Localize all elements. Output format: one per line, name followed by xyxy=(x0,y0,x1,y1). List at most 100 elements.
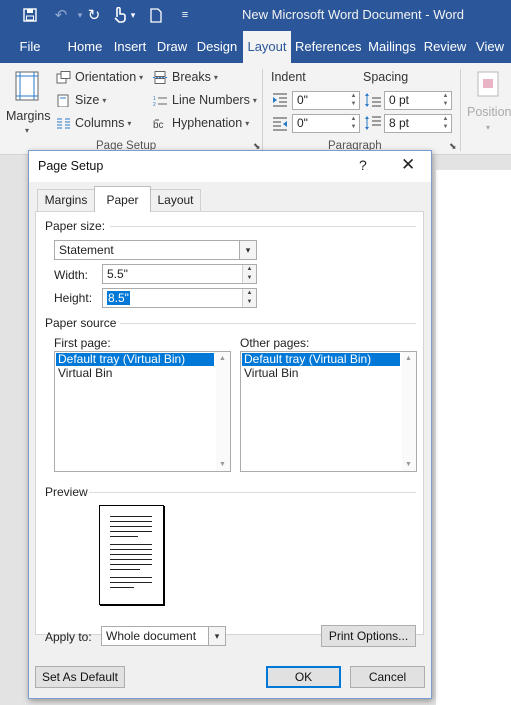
hyphenation-button[interactable]: bc Hyphenation ▾ xyxy=(153,116,249,130)
tab-view[interactable]: View xyxy=(472,31,508,63)
list-item[interactable]: Virtual Bin xyxy=(56,367,214,380)
size-button[interactable]: Size ▾ xyxy=(56,93,106,107)
indent-left-spinner[interactable]: ▲ ▼ xyxy=(348,92,359,109)
line-numbers-caret-icon: ▾ xyxy=(252,95,257,105)
undo-icon[interactable]: ↶ xyxy=(51,5,71,25)
apply-to-value: Whole document xyxy=(106,629,197,643)
dialog-title-bar[interactable]: Page Setup ? ✕ xyxy=(29,151,431,182)
close-icon[interactable]: ✕ xyxy=(401,155,415,175)
width-label: Width: xyxy=(54,268,89,282)
first-page-listbox[interactable]: Default tray (Virtual Bin) Virtual Bin ▲… xyxy=(54,351,231,472)
spacing-after-spinner[interactable]: ▲ ▼ xyxy=(440,115,451,132)
breaks-icon xyxy=(153,70,168,84)
paper-size-label: Paper size: xyxy=(45,219,106,233)
indent-left-icon xyxy=(273,93,287,107)
tab-layout-dialog[interactable]: Layout xyxy=(150,189,201,211)
preview-line xyxy=(110,564,152,565)
divider xyxy=(89,492,416,493)
ribbon-separator xyxy=(262,69,263,151)
preview-line xyxy=(110,569,140,570)
print-options-button[interactable]: Print Options... xyxy=(321,625,416,647)
ribbon: Margins ▾ Orientation ▾ Size ▾ Columns ▾ Br… xyxy=(0,63,511,155)
other-pages-label: Other pages: xyxy=(240,336,310,350)
apply-to-dropdown[interactable]: Whole document ▾ xyxy=(101,626,226,646)
list-item[interactable]: Virtual Bin xyxy=(242,367,400,380)
width-field[interactable]: 5.5" ▲ ▼ xyxy=(102,264,257,284)
spacing-label: Spacing xyxy=(363,70,409,84)
tab-insert[interactable]: Insert xyxy=(111,31,149,63)
preview-line xyxy=(110,544,152,545)
indent-right-icon xyxy=(273,117,287,131)
page-setup-dialog: Page Setup ? ✕ Margins Paper Layout Pape… xyxy=(28,150,432,699)
breaks-button[interactable]: Breaks ▾ xyxy=(153,70,218,84)
preview-line xyxy=(110,554,152,555)
help-icon[interactable]: ? xyxy=(359,157,367,173)
indent-left-field[interactable]: 0" ▲ ▼ xyxy=(292,91,360,110)
other-pages-listbox[interactable]: Default tray (Virtual Bin) Virtual Bin ▲… xyxy=(240,351,417,472)
spacing-before-value: 0 pt xyxy=(389,93,410,107)
scrollbar[interactable]: ▲ ▼ xyxy=(402,352,416,471)
width-spinner[interactable]: ▲ ▼ xyxy=(242,265,256,283)
document-page[interactable] xyxy=(436,170,511,705)
new-document-icon[interactable] xyxy=(146,5,166,25)
scrollbar[interactable]: ▲ ▼ xyxy=(216,352,230,471)
preview-line xyxy=(110,516,152,517)
chevron-down-icon[interactable]: ▾ xyxy=(239,240,257,260)
tab-mailings[interactable]: Mailings xyxy=(365,31,419,63)
indent-right-field[interactable]: 0" ▲ ▼ xyxy=(292,114,360,133)
cancel-button[interactable]: Cancel xyxy=(350,666,425,688)
preview-line xyxy=(110,531,152,532)
height-field[interactable]: 8.5" ▲ ▼ xyxy=(102,288,257,308)
indent-left-value: 0" xyxy=(297,93,308,107)
spacing-before-field[interactable]: 0 pt ▲ ▼ xyxy=(384,91,452,110)
position-button[interactable]: Position ▾ xyxy=(466,69,511,139)
redo-icon[interactable]: ↻ xyxy=(84,5,104,25)
margins-icon xyxy=(15,71,39,101)
spacing-before-spinner[interactable]: ▲ ▼ xyxy=(440,92,451,109)
tab-review[interactable]: Review xyxy=(422,31,468,63)
touch-dropdown-icon[interactable]: ▾ xyxy=(123,5,143,25)
list-item[interactable]: Default tray (Virtual Bin) xyxy=(56,353,214,366)
height-label: Height: xyxy=(54,291,93,305)
indent-right-spinner[interactable]: ▲ ▼ xyxy=(348,115,359,132)
paper-tab-panel: Paper size: Statement ▾ Width: 5.5" ▲ ▼ H… xyxy=(35,211,424,647)
line-numbers-button[interactable]: 12 Line Numbers ▾ xyxy=(153,93,257,107)
page-preview xyxy=(99,505,164,605)
tab-margins[interactable]: Margins xyxy=(37,189,95,211)
line-numbers-icon: 12 xyxy=(153,96,167,107)
spacing-after-value: 8 pt xyxy=(389,116,410,130)
set-as-default-button[interactable]: Set As Default xyxy=(35,666,125,688)
list-item[interactable]: Default tray (Virtual Bin) xyxy=(242,353,400,366)
ok-button[interactable]: OK xyxy=(266,666,341,688)
tab-design[interactable]: Design xyxy=(195,31,239,63)
paragraph-launcher-icon[interactable]: ⬊ xyxy=(449,141,457,152)
line-numbers-label: Line Numbers xyxy=(172,93,250,107)
chevron-down-icon[interactable]: ▾ xyxy=(208,626,226,646)
height-spinner[interactable]: ▲ ▼ xyxy=(242,289,256,307)
tab-draw[interactable]: Draw xyxy=(154,31,190,63)
tab-layout[interactable]: Layout xyxy=(243,31,291,63)
paper-size-dropdown[interactable]: Statement ▾ xyxy=(54,240,257,260)
customize-qat-icon[interactable]: ≡ xyxy=(175,5,195,25)
divider xyxy=(110,226,416,227)
ribbon-separator xyxy=(460,69,461,151)
orientation-button[interactable]: Orientation ▾ xyxy=(56,70,143,84)
columns-caret-icon: ▾ xyxy=(127,118,132,128)
paper-source-label: Paper source xyxy=(45,316,117,330)
svg-text:2: 2 xyxy=(153,102,156,107)
tab-references[interactable]: References xyxy=(295,31,361,63)
tab-home[interactable]: Home xyxy=(63,31,107,63)
save-icon[interactable] xyxy=(20,5,40,25)
preview-line xyxy=(110,549,152,550)
spacing-after-field[interactable]: 8 pt ▲ ▼ xyxy=(384,114,452,133)
columns-button[interactable]: Columns ▾ xyxy=(56,116,131,130)
margins-button[interactable]: Margins ▾ xyxy=(4,69,50,137)
preview-line xyxy=(110,577,152,578)
indent-right-value: 0" xyxy=(297,116,308,130)
tab-paper[interactable]: Paper xyxy=(94,186,151,212)
dialog-title: Page Setup xyxy=(38,159,104,173)
height-value: 8.5" xyxy=(107,291,130,305)
size-caret-icon: ▾ xyxy=(102,95,107,105)
ribbon-tabs: File Home Insert Draw Design Layout Refe… xyxy=(0,31,511,63)
tab-file[interactable]: File xyxy=(10,31,50,63)
